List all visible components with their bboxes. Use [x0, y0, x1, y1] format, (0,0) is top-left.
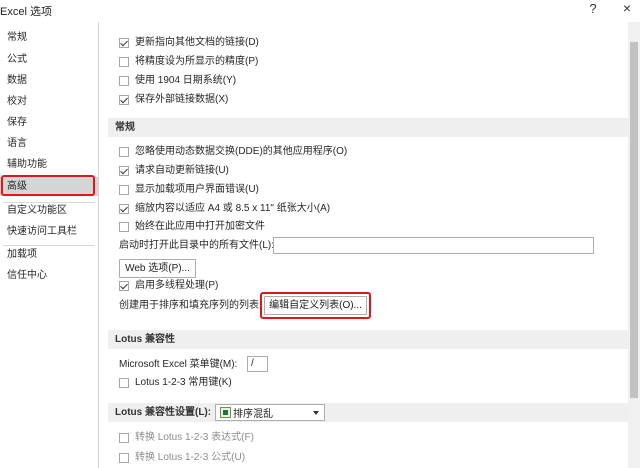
- options-sidebar: 常规 公式 数据 校对 保存 语言 辅助功能 高级 自定义功能区 快速访问工具栏…: [0, 22, 99, 468]
- ignore-dde-label: 忽略使用动态数据交换(DDE)的其他应用程序(O): [135, 146, 348, 157]
- title-bar: Excel 选项 ? ×: [0, 0, 640, 22]
- option-ask-update-links[interactable]: 请求自动更新链接(U): [119, 163, 229, 179]
- sidebar-item-addins[interactable]: 加载项: [0, 245, 98, 264]
- precision-checkbox[interactable]: [119, 57, 129, 67]
- section-lotus-compat-title: Lotus 兼容性: [115, 334, 175, 345]
- section-lotus-settings-title: Lotus 兼容性设置(L):: [115, 407, 212, 418]
- sidebar-item-save[interactable]: 保存: [0, 113, 98, 132]
- content-scrollbar[interactable]: [628, 22, 640, 468]
- ask-update-links-checkbox[interactable]: [119, 166, 129, 176]
- custom-lists-row: 创建用于排序和填充序列的列表:: [119, 298, 262, 314]
- menu-key-input[interactable]: /: [247, 356, 268, 372]
- lotus-sheet-dropdown[interactable]: 排序混乱: [215, 404, 325, 421]
- option-lotus-nav-keys[interactable]: Lotus 1-2-3 常用键(K): [119, 375, 232, 391]
- sidebar-item-accessibility[interactable]: 辅助功能: [0, 155, 98, 174]
- option-formula-entry[interactable]: 转换 Lotus 1-2-3 公式(U): [119, 450, 245, 466]
- option-scale-content[interactable]: 缩放内容以适应 A4 或 8.5 x 11" 纸张大小(A): [119, 201, 330, 217]
- web-options-button[interactable]: Web 选项(P)...: [119, 259, 196, 278]
- section-general: 常规: [108, 118, 628, 137]
- sheet-icon: [220, 407, 231, 418]
- sidebar-item-customize-ribbon[interactable]: 自定义功能区: [0, 201, 98, 220]
- scrollbar-thumb[interactable]: [630, 42, 638, 398]
- multithreaded-label: 启用多线程处理(P): [135, 280, 219, 291]
- formula-eval-label: 转换 Lotus 1-2-3 表达式(F): [135, 432, 254, 443]
- update-links-checkbox[interactable]: [119, 38, 129, 48]
- lotus-sheet-dropdown-value: 排序混乱: [233, 409, 273, 420]
- formula-eval-checkbox[interactable]: [119, 433, 129, 443]
- sidebar-item-general[interactable]: 常规: [0, 28, 98, 47]
- date-1904-label: 使用 1904 日期系统(Y): [135, 75, 237, 86]
- ignore-dde-checkbox[interactable]: [119, 147, 129, 157]
- chevron-down-icon: [313, 411, 319, 415]
- multithreaded-checkbox[interactable]: [119, 281, 129, 291]
- open-encrypted-label: 始终在此应用中打开加密文件: [135, 221, 265, 232]
- sidebar-item-proofing[interactable]: 校对: [0, 92, 98, 111]
- date-1904-checkbox[interactable]: [119, 76, 129, 86]
- custom-lists-label: 创建用于排序和填充序列的列表:: [119, 300, 262, 311]
- option-ignore-dde[interactable]: 忽略使用动态数据交换(DDE)的其他应用程序(O): [119, 144, 347, 160]
- option-update-links[interactable]: 更新指向其他文档的链接(D): [119, 35, 259, 51]
- menu-key-row: Microsoft Excel 菜单键(M):: [119, 357, 237, 373]
- startup-folder-label: 启动时打开此目录中的所有文件(L):: [119, 240, 274, 251]
- sidebar-item-quick-access-toolbar[interactable]: 快速访问工具栏: [0, 222, 98, 241]
- advanced-highlight-box: [1, 175, 95, 196]
- sidebar-item-formulas[interactable]: 公式: [0, 50, 98, 69]
- startup-folder-row: 启动时打开此目录中的所有文件(L):: [119, 238, 274, 254]
- show-addin-errors-label: 显示加载项用户界面错误(U): [135, 184, 259, 195]
- section-general-title: 常规: [115, 122, 135, 133]
- menu-key-label: Microsoft Excel 菜单键(M):: [119, 359, 238, 370]
- option-1904-date[interactable]: 使用 1904 日期系统(Y): [119, 73, 236, 89]
- show-addin-errors-checkbox[interactable]: [119, 185, 129, 195]
- section-lotus-settings: Lotus 兼容性设置(L):: [108, 403, 628, 422]
- formula-entry-label: 转换 Lotus 1-2-3 公式(U): [135, 452, 246, 463]
- startup-folder-input[interactable]: [273, 237, 594, 254]
- scale-content-checkbox[interactable]: [119, 204, 129, 214]
- option-multithreaded[interactable]: 启用多线程处理(P): [119, 278, 218, 294]
- option-formula-eval[interactable]: 转换 Lotus 1-2-3 表达式(F): [119, 430, 254, 446]
- advanced-options-panel: 更新指向其他文档的链接(D) 将精度设为所显示的精度(P) 使用 1904 日期…: [100, 22, 628, 468]
- scale-content-label: 缩放内容以适应 A4 或 8.5 x 11" 纸张大小(A): [135, 203, 331, 214]
- save-external-links-checkbox[interactable]: [119, 95, 129, 105]
- precision-label: 将精度设为所显示的精度(P): [135, 56, 259, 67]
- save-external-links-label: 保存外部链接数据(X): [135, 94, 229, 105]
- window-title: Excel 选项: [0, 6, 52, 18]
- option-open-encrypted[interactable]: 始终在此应用中打开加密文件: [119, 219, 265, 235]
- update-links-label: 更新指向其他文档的链接(D): [135, 37, 259, 48]
- sidebar-item-language[interactable]: 语言: [0, 134, 98, 153]
- sidebar-item-trust-center[interactable]: 信任中心: [0, 266, 98, 285]
- edit-custom-lists-highlight-box: [260, 292, 371, 319]
- section-lotus-compat: Lotus 兼容性: [108, 330, 628, 349]
- formula-entry-checkbox[interactable]: [119, 453, 129, 463]
- ask-update-links-label: 请求自动更新链接(U): [135, 165, 229, 176]
- lotus-nav-keys-label: Lotus 1-2-3 常用键(K): [135, 377, 232, 388]
- help-icon[interactable]: ?: [586, 1, 600, 16]
- open-encrypted-checkbox[interactable]: [119, 222, 129, 232]
- lotus-nav-keys-checkbox[interactable]: [119, 378, 129, 388]
- option-precision-as-displayed[interactable]: 将精度设为所显示的精度(P): [119, 54, 258, 70]
- option-save-external-links[interactable]: 保存外部链接数据(X): [119, 92, 228, 108]
- sidebar-item-data[interactable]: 数据: [0, 71, 98, 90]
- option-show-addin-errors[interactable]: 显示加载项用户界面错误(U): [119, 182, 259, 198]
- close-icon[interactable]: ×: [619, 0, 635, 16]
